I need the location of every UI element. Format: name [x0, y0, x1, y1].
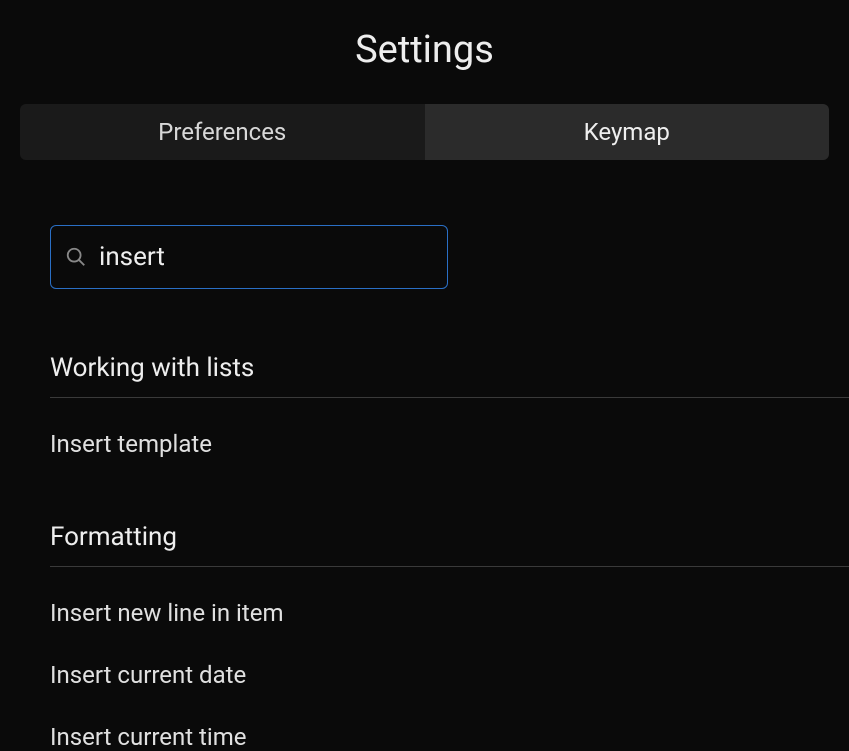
- keymap-item[interactable]: Insert new line in item: [50, 581, 849, 627]
- search-icon: [65, 246, 87, 268]
- section-items: Insert new line in item Insert current d…: [50, 567, 849, 751]
- section-working-with-lists: Working with lists Insert template: [50, 353, 849, 458]
- search-input[interactable]: [99, 242, 433, 272]
- keymap-item[interactable]: Insert template: [50, 412, 849, 458]
- content-area: Working with lists Insert template Forma…: [0, 160, 849, 751]
- keymap-item[interactable]: Insert current time: [50, 705, 849, 751]
- tab-preferences[interactable]: Preferences: [20, 104, 425, 160]
- section-items: Insert template: [50, 398, 849, 458]
- page-title: Settings: [0, 0, 849, 104]
- section-heading: Formatting: [50, 522, 849, 567]
- tabs-container: Preferences Keymap: [20, 104, 829, 160]
- tab-keymap[interactable]: Keymap: [425, 104, 830, 160]
- section-formatting: Formatting Insert new line in item Inser…: [50, 522, 849, 751]
- section-heading: Working with lists: [50, 353, 849, 398]
- search-box[interactable]: [50, 225, 448, 289]
- keymap-item[interactable]: Insert current date: [50, 643, 849, 689]
